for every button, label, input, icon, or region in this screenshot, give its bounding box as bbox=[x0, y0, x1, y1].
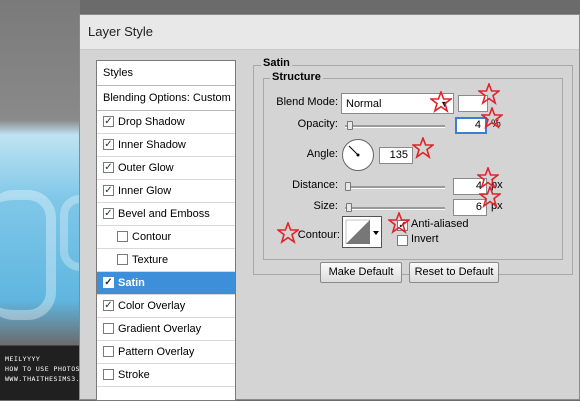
angle-input[interactable]: 135 bbox=[379, 147, 413, 164]
style-item-checkbox[interactable] bbox=[103, 323, 114, 334]
invert-checkbox[interactable] bbox=[397, 235, 408, 246]
check-icon: ✓ bbox=[104, 185, 113, 196]
distance-label: Distance: bbox=[292, 179, 338, 191]
check-icon: ✓ bbox=[104, 162, 113, 173]
style-item-drop-shadow[interactable]: ✓ Drop Shadow bbox=[97, 111, 235, 134]
angle-label: Angle: bbox=[306, 148, 338, 160]
blend-mode-value: Normal bbox=[346, 98, 382, 110]
distance-slider-thumb[interactable] bbox=[345, 182, 351, 191]
size-slider[interactable] bbox=[345, 207, 445, 210]
distance-slider[interactable] bbox=[345, 186, 445, 189]
angle-dial-needle bbox=[348, 145, 360, 157]
style-item-checkbox[interactable]: ✓ bbox=[103, 208, 114, 219]
satin-section-title: Satin bbox=[261, 57, 292, 69]
blending-options-item[interactable]: Blending Options: Custom bbox=[97, 86, 235, 111]
check-icon: ✓ bbox=[104, 139, 113, 150]
style-item-stroke[interactable]: Stroke bbox=[97, 364, 235, 387]
dialog-title: Layer Style bbox=[80, 15, 579, 50]
invert-label: Invert bbox=[411, 233, 439, 245]
style-item-label: Outer Glow bbox=[118, 162, 174, 174]
style-item-label: Texture bbox=[132, 254, 169, 266]
styles-header[interactable]: Styles bbox=[97, 61, 235, 86]
style-item-label: Pattern Overlay bbox=[118, 346, 195, 358]
anti-aliased-label: Anti-aliased bbox=[411, 218, 469, 230]
style-item-checkbox[interactable]: ✓ bbox=[103, 162, 114, 173]
star-annotation-icon bbox=[277, 222, 299, 244]
style-item-inner-glow[interactable]: ✓ Inner Glow bbox=[97, 180, 235, 203]
opacity-slider[interactable] bbox=[345, 125, 445, 128]
star-annotation-icon bbox=[430, 91, 452, 113]
style-item-checkbox[interactable] bbox=[117, 231, 128, 242]
size-slider-thumb[interactable] bbox=[346, 203, 352, 212]
style-item-checkbox[interactable]: ✓ bbox=[103, 139, 114, 150]
style-item-label: Drop Shadow bbox=[118, 116, 185, 128]
style-item-label: Contour bbox=[132, 231, 172, 243]
document-canvas bbox=[0, 0, 106, 400]
style-item-checkbox[interactable] bbox=[117, 254, 128, 265]
check-icon: ✓ bbox=[104, 116, 113, 127]
style-item-satin[interactable]: ✓ Satin bbox=[97, 272, 235, 295]
style-item-checkbox[interactable]: ✓ bbox=[103, 116, 114, 127]
style-item-checkbox[interactable] bbox=[103, 369, 114, 380]
blend-mode-label: Blend Mode: bbox=[276, 96, 338, 108]
star-annotation-icon bbox=[412, 137, 434, 159]
style-item-checkbox[interactable]: ✓ bbox=[103, 300, 114, 311]
style-item-texture[interactable]: Texture bbox=[97, 249, 235, 272]
star-annotation-icon bbox=[479, 186, 501, 208]
opacity-slider-thumb[interactable] bbox=[347, 121, 353, 130]
star-annotation-icon bbox=[388, 212, 410, 234]
style-item-checkbox[interactable] bbox=[103, 346, 114, 357]
style-item-pattern-overlay[interactable]: Pattern Overlay bbox=[97, 341, 235, 364]
check-icon: ✓ bbox=[104, 277, 113, 288]
styles-list: Styles Blending Options: Custom ✓ Drop Sh… bbox=[96, 60, 236, 401]
style-item-inner-shadow[interactable]: ✓ Inner Shadow bbox=[97, 134, 235, 157]
style-item-gradient-overlay[interactable]: Gradient Overlay bbox=[97, 318, 235, 341]
contour-preview-icon bbox=[345, 219, 379, 245]
check-icon: ✓ bbox=[104, 300, 113, 311]
size-label: Size: bbox=[313, 200, 338, 212]
angle-dial[interactable] bbox=[342, 139, 374, 171]
style-item-label: Gradient Overlay bbox=[118, 323, 202, 335]
style-item-checkbox[interactable]: ✓ bbox=[103, 185, 114, 196]
check-icon: ✓ bbox=[104, 208, 113, 219]
style-item-bevel-and-emboss[interactable]: ✓ Bevel and Emboss bbox=[97, 203, 235, 226]
style-item-label: Inner Shadow bbox=[118, 139, 186, 151]
style-item-outer-glow[interactable]: ✓ Outer Glow bbox=[97, 157, 235, 180]
style-item-contour[interactable]: Contour bbox=[97, 226, 235, 249]
opacity-label: Opacity: bbox=[297, 118, 338, 130]
style-item-label: Color Overlay bbox=[118, 300, 186, 312]
style-item-label: Bevel and Emboss bbox=[118, 208, 210, 220]
style-item-color-overlay[interactable]: ✓ Color Overlay bbox=[97, 295, 235, 318]
style-item-label: Stroke bbox=[118, 369, 150, 381]
reset-to-default-button[interactable]: Reset to Default bbox=[409, 262, 499, 283]
star-annotation-icon bbox=[481, 107, 503, 129]
style-item-label: Satin bbox=[118, 277, 145, 289]
style-item-checkbox[interactable]: ✓ bbox=[103, 277, 114, 288]
layer-style-dialog: Layer Style Styles Blending Options: Cus… bbox=[79, 14, 580, 401]
style-item-label: Inner Glow bbox=[118, 185, 172, 197]
layer-art-shape bbox=[0, 190, 56, 320]
structure-title: Structure bbox=[270, 71, 323, 83]
star-annotation-icon bbox=[478, 83, 500, 105]
make-default-button[interactable]: Make Default bbox=[320, 262, 402, 283]
contour-picker[interactable] bbox=[342, 216, 382, 248]
